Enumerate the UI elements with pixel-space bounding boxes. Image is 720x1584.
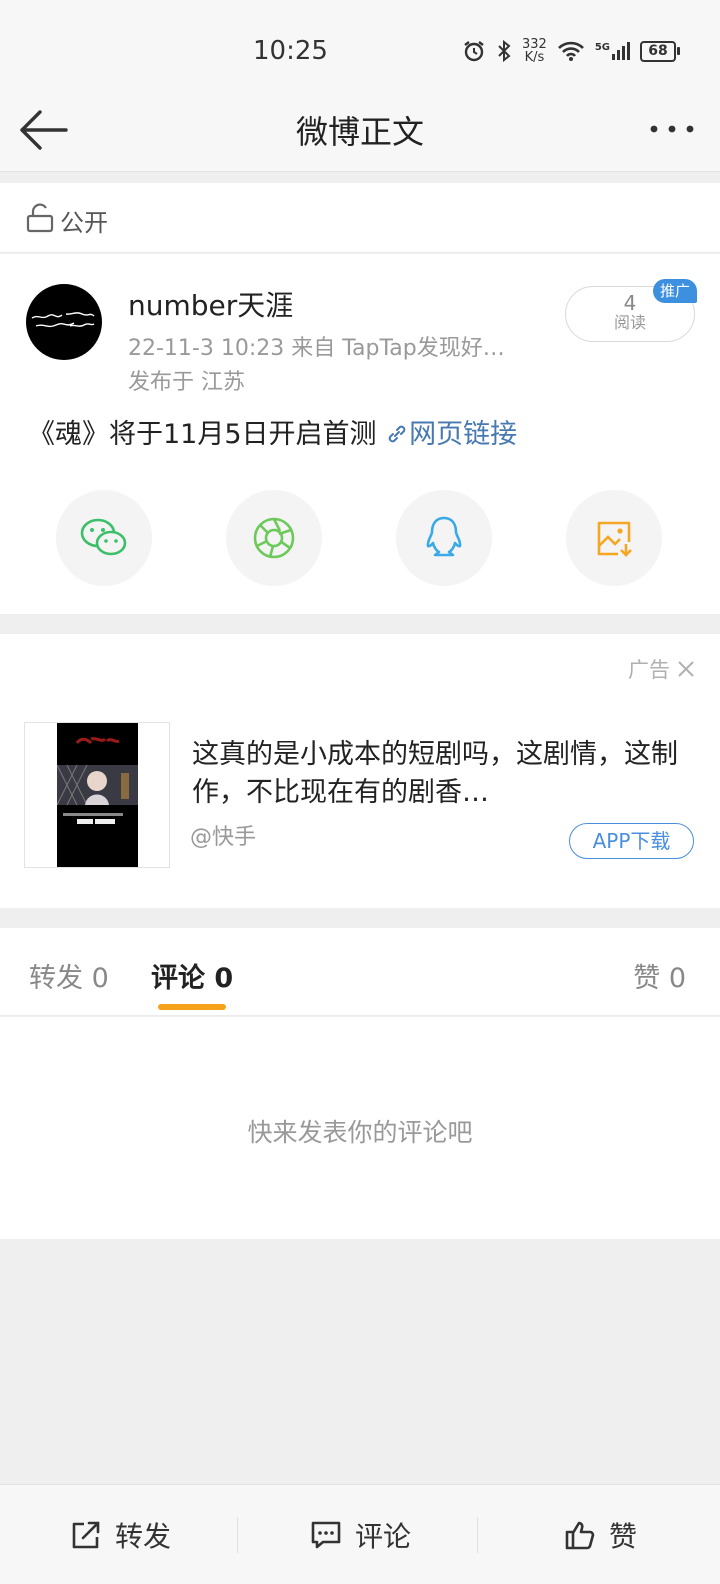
moments-icon [253,517,295,559]
more-button[interactable] [646,114,698,144]
status-icons: 332 K/s 5G 68 [462,38,680,64]
repost-button[interactable]: 转发 [0,1485,240,1584]
app-download-button[interactable]: APP下载 [569,823,694,859]
page-title: 微博正文 [295,113,424,151]
save-image-button[interactable] [566,490,662,586]
ad-thumbnail[interactable] [24,722,170,868]
share-wechat-button[interactable] [56,490,152,586]
like-label: 赞 [608,1520,637,1553]
nav-bar: 微博正文 [0,92,720,172]
avatar-calligraphy-image [31,312,95,328]
avatar[interactable] [26,284,102,360]
comment-icon [311,1521,341,1549]
web-link-label: 网页链接 [409,419,518,450]
visibility-row: 公开 [0,183,720,253]
share-moments-button[interactable] [226,490,322,586]
web-link[interactable]: 网页链接 [385,419,517,450]
ad-title[interactable]: 这真的是小成本的短剧吗，这剧情，这制作，不比现在有的剧香… [192,736,682,812]
unlock-icon [26,203,54,233]
more-dots-icon [650,125,694,133]
comments-section: 快来发表你的评论吧 [0,1017,720,1239]
network-type: 5G [594,42,610,53]
thumbs-up-icon [565,1521,595,1550]
post-body: 《魂》将于11月5日开启首测 [28,419,386,450]
close-icon[interactable] [676,659,696,679]
save-image-icon [597,521,632,557]
repost-icon [72,1521,100,1549]
status-bar: 10:25 332 K/s 5G 68 [0,0,720,92]
wifi-icon [557,41,584,61]
post-card: number天涯 22-11-3 10:23 来自 TapTap发现好… 发布于… [0,254,720,614]
battery-icon: 68 [640,40,680,62]
wechat-icon [80,518,127,556]
alarm-icon [464,41,484,62]
comment-label: 评论 [354,1520,411,1553]
link-icon [388,425,406,443]
ad-label[interactable]: 广告 [628,654,696,684]
share-qq-button[interactable] [396,490,492,586]
post-location: 发布于 江苏 [128,370,245,395]
read-label: 阅读 [613,313,646,332]
qq-icon [426,516,462,557]
bottom-action-bar: 转发 评论 赞 [0,1484,720,1584]
like-button[interactable]: 赞 [480,1485,720,1584]
net-speed: 332 K/s [522,38,547,64]
ad-label-text: 广告 [628,658,670,682]
engagement-tabs: 转发 0 评论 0 赞 0 [0,928,720,1016]
bluetooth-icon [498,39,511,63]
tab-repost[interactable]: 转发 0 [29,956,109,995]
tab-comment[interactable]: 评论 0 [151,956,233,995]
comment-button[interactable]: 评论 [240,1485,480,1584]
net-speed-unit: K/s [524,50,545,65]
divider [237,1517,238,1553]
divider [477,1517,478,1553]
post-meta: 22-11-3 10:23 来自 TapTap发现好… [128,336,505,361]
promo-badge[interactable]: 推广 [653,279,697,303]
active-tab-indicator [158,1004,226,1010]
ad-card[interactable]: 广告 这真的是小成本的短剧吗，这剧情，这制作，不比现在有的剧香… @快手 APP… [0,634,720,908]
repost-label: 转发 [114,1520,171,1553]
empty-comments-message: 快来发表你的评论吧 [247,1118,473,1147]
tab-like[interactable]: 赞 0 [633,956,686,995]
ad-source: @快手 [190,825,257,850]
signal-icon: 5G [595,42,630,60]
ad-video-still [57,723,138,867]
status-time: 10:25 [253,36,328,66]
share-row [0,490,720,586]
battery-level: 68 [640,40,676,62]
post-text: 《魂》将于11月5日开启首测 网页链接 [28,412,517,451]
author-name[interactable]: number天涯 [128,284,293,324]
visibility-label: 公开 [60,209,108,237]
